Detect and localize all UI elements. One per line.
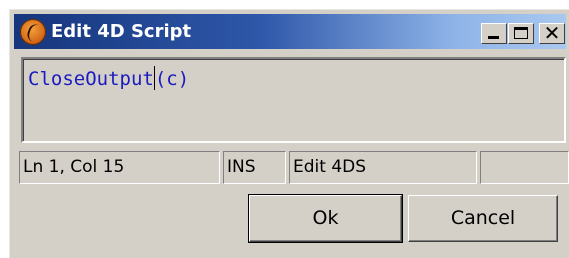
minimize-icon [488, 36, 499, 39]
close-icon: ✕ [543, 21, 561, 45]
cancel-button[interactable]: Cancel [408, 195, 558, 242]
ok-button[interactable]: Ok [248, 194, 403, 243]
window-title: Edit 4D Script [51, 21, 192, 42]
code-text-args: (c) [154, 68, 190, 90]
status-bar: Ln 1, Col 15 INS Edit 4DS [19, 151, 569, 184]
code-text: CloseOutput [28, 68, 154, 90]
maximize-icon [514, 27, 528, 39]
edit-4d-script-dialog: Edit 4D Script ✕ CloseOutput(c) Ln 1, Co… [9, 9, 569, 258]
cancel-button-label: Cancel [450, 207, 516, 229]
status-insert-mode: INS [223, 151, 286, 184]
status-extra-cell [480, 151, 569, 184]
title-bar[interactable]: Edit 4D Script ✕ [14, 14, 566, 49]
minimize-button[interactable] [481, 23, 507, 44]
close-button[interactable]: ✕ [539, 21, 565, 45]
4d-app-icon[interactable] [20, 19, 46, 45]
ok-button-label: Ok [312, 207, 339, 229]
status-cursor-position: Ln 1, Col 15 [19, 151, 220, 184]
status-document-name: Edit 4DS [289, 151, 477, 184]
code-line[interactable]: CloseOutput(c) [28, 66, 189, 90]
maximize-button[interactable] [508, 23, 534, 44]
script-editor[interactable]: CloseOutput(c) [21, 57, 566, 143]
